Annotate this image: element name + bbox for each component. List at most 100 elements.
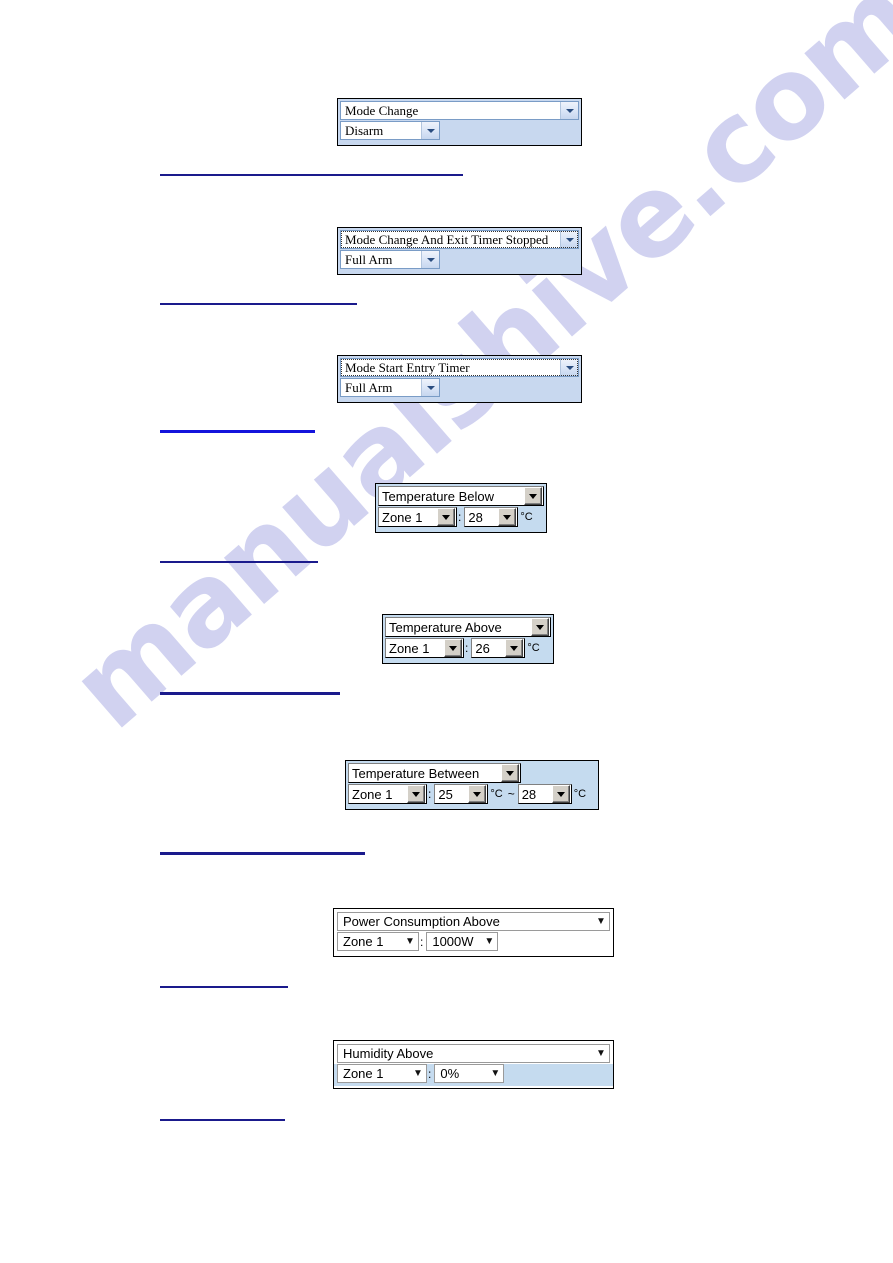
widget-row-parameters: Zone 1 ▼:0% ▼ [334, 1064, 613, 1086]
rule-5 [160, 692, 340, 695]
temperature-select[interactable]: 28 [464, 507, 519, 527]
chevron-down-icon[interactable] [444, 639, 462, 657]
chevron-down-icon[interactable]: ▼ [410, 1068, 426, 1079]
condition-type-select[interactable]: Temperature Above [385, 617, 551, 637]
rule-3 [160, 430, 315, 433]
chevron-down-icon[interactable] [524, 487, 542, 505]
condition-type-select[interactable]: Mode Start Entry Timer [340, 358, 579, 377]
widget-row-condition: Mode Change [338, 99, 581, 120]
condition-widget-temperature-between: Temperature Between Zone 1:25 °C ~28 °C [345, 760, 599, 810]
chevron-down-glyph [510, 645, 519, 651]
mode-select[interactable]: Disarm [340, 121, 440, 140]
chevron-down-icon[interactable] [421, 122, 439, 139]
widget-row-parameters: Full Arm [338, 249, 581, 271]
celsius-unit-low: °C [490, 788, 503, 800]
chevron-down-icon[interactable]: ▼ [593, 1047, 609, 1059]
condition-widget-temperature-above: Temperature Above Zone 1:26 °C [382, 614, 554, 664]
chevron-down-icon[interactable] [501, 764, 519, 782]
rule-4 [160, 561, 318, 563]
mode-select-value: Full Arm [345, 380, 393, 395]
celsius-unit: °C [527, 642, 540, 654]
zone-select-value: Zone 1 [382, 509, 423, 525]
condition-type-select[interactable]: Mode Change [340, 101, 579, 120]
chevron-down-glyph: ▼ [484, 935, 495, 947]
chevron-down-glyph [412, 791, 420, 797]
zone-select-value: Zone 1 [343, 934, 384, 949]
chevron-down-icon[interactable] [560, 102, 578, 119]
page-canvas: manualshive.com Mode Change Disarm Mode Ch… [0, 0, 893, 1263]
condition-type-select[interactable]: Power Consumption Above ▼ [337, 912, 610, 931]
temperature-low-select[interactable]: 25 [434, 784, 489, 804]
zone-select[interactable]: Zone 1 [378, 507, 457, 527]
chevron-down-glyph [426, 128, 435, 133]
zone-select[interactable]: Zone 1 ▼ [337, 932, 419, 951]
chevron-down-icon[interactable] [531, 618, 549, 636]
celsius-unit: °C [520, 511, 533, 523]
chevron-down-icon[interactable] [407, 785, 425, 803]
chevron-down-icon[interactable] [468, 785, 487, 803]
mode-select[interactable]: Full Arm [340, 378, 440, 397]
chevron-down-icon[interactable]: ▼ [487, 1068, 503, 1079]
widget-row-condition: Temperature Below [376, 484, 546, 507]
widget-row-parameters: Disarm [338, 120, 581, 142]
condition-type-select-value: Power Consumption Above [343, 914, 500, 929]
chevron-down-glyph: ▼ [596, 1047, 606, 1059]
chevron-down-glyph [565, 108, 574, 113]
condition-type-select[interactable]: Temperature Between [348, 763, 521, 783]
condition-type-select[interactable]: Humidity Above ▼ [337, 1044, 610, 1063]
chevron-down-glyph [565, 237, 574, 242]
chevron-down-icon[interactable] [421, 251, 439, 268]
condition-widget-temperature-below: Temperature Below Zone 1:28 °C [375, 483, 547, 533]
temperature-high-select[interactable]: 28 [517, 784, 572, 804]
chevron-down-icon[interactable] [560, 359, 578, 376]
mode-select-value: Disarm [345, 123, 384, 138]
widget-row-condition: Power Consumption Above ▼ [334, 909, 613, 932]
mode-select[interactable]: Full Arm [340, 250, 440, 269]
chevron-down-glyph [556, 791, 565, 797]
temperature-select-value: 28 [468, 509, 483, 525]
chevron-down-icon[interactable]: ▼ [593, 915, 609, 927]
chevron-down-glyph [503, 514, 512, 520]
widget-row-parameters: Zone 1:28 °C [376, 507, 546, 529]
temperature-low-select-value: 25 [438, 786, 453, 802]
chevron-down-glyph: ▼ [405, 935, 415, 947]
range-separator: ~ [507, 787, 515, 801]
chevron-down-glyph: ▼ [596, 915, 606, 927]
chevron-down-icon[interactable] [505, 639, 524, 657]
widget-row-parameters: Full Arm [338, 377, 581, 399]
chevron-down-glyph [506, 770, 514, 776]
power-select-value: 1000W [432, 934, 474, 949]
chevron-down-icon[interactable]: ▼ [402, 935, 418, 947]
colon-separator: : [458, 510, 462, 524]
chevron-down-glyph [565, 365, 574, 370]
widget-row-condition: Mode Start Entry Timer [338, 356, 581, 377]
chevron-down-icon[interactable] [560, 231, 578, 248]
rule-6 [160, 852, 365, 855]
humidity-select[interactable]: 0% ▼ [434, 1064, 505, 1083]
rule-2 [160, 303, 357, 305]
zone-select-value: Zone 1 [343, 1066, 384, 1081]
condition-type-select[interactable]: Mode Change And Exit Timer Stopped [340, 230, 579, 249]
zone-select[interactable]: Zone 1 [385, 638, 464, 658]
chevron-down-icon[interactable] [437, 508, 455, 526]
power-select[interactable]: 1000W ▼ [426, 932, 499, 951]
widget-row-parameters: Zone 1 ▼:1000W ▼ [334, 932, 613, 954]
humidity-select-value: 0% [440, 1066, 460, 1081]
condition-type-select[interactable]: Temperature Below [378, 486, 544, 506]
zone-select[interactable]: Zone 1 [348, 784, 427, 804]
chevron-down-icon[interactable] [421, 379, 439, 396]
chevron-down-glyph [473, 791, 482, 797]
widget-row-parameters: Zone 1:25 °C ~28 °C [346, 784, 598, 806]
zone-select-value: Zone 1 [389, 640, 430, 656]
widget-row-parameters: Zone 1:26 °C [383, 638, 553, 660]
condition-type-select-value: Mode Start Entry Timer [345, 360, 470, 375]
condition-type-select-value: Temperature Below [382, 488, 494, 504]
chevron-down-glyph [426, 257, 435, 262]
chevron-down-icon[interactable] [551, 785, 570, 803]
zone-select-value: Zone 1 [352, 786, 393, 802]
temperature-select[interactable]: 26 [471, 638, 526, 658]
zone-select[interactable]: Zone 1 ▼ [337, 1064, 427, 1083]
chevron-down-icon[interactable] [498, 508, 517, 526]
chevron-down-icon[interactable]: ▼ [481, 935, 497, 947]
condition-type-select-value: Mode Change And Exit Timer Stopped [345, 232, 549, 247]
